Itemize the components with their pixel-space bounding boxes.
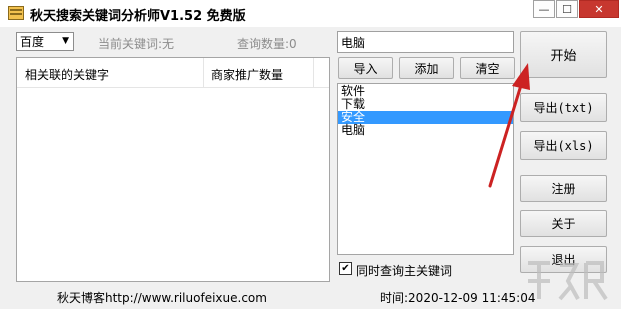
also-query-main-checkbox[interactable]: ✔ [339,262,352,275]
search-engine-select[interactable]: 百度 ▼ [16,32,74,51]
blog-link[interactable]: 秋天博客http://www.riluofeixue.com [57,289,267,306]
dropdown-arrow-icon: ▼ [62,36,69,46]
title-bar: 秋天搜索关键词分析师V1.52 免费版 — ☐ ✕ [0,0,621,27]
table-header: 相关联的关键字 商家推广数量 [17,58,329,88]
export-txt-button[interactable]: 导出(txt) [520,93,607,122]
also-query-main-label[interactable]: 同时查询主关键词 [356,262,452,279]
import-button[interactable]: 导入 [338,57,393,79]
minimize-icon: — [538,2,550,16]
window-title: 秋天搜索关键词分析师V1.52 免费版 [30,9,246,24]
register-button[interactable]: 注册 [520,175,607,202]
result-table[interactable]: 相关联的关键字 商家推广数量 [16,57,330,282]
column-header-keyword[interactable]: 相关联的关键字 [25,66,109,83]
maximize-icon: ☐ [562,2,572,16]
query-count-label: 查询数量:0 [237,37,297,51]
list-item[interactable]: 电脑 [338,124,513,137]
about-button[interactable]: 关于 [520,210,607,237]
keyword-list[interactable]: 软件 下载 安全 电脑 [337,83,514,255]
keyword-input[interactable] [337,31,514,53]
search-engine-value: 百度 [20,35,45,49]
column-header-promotion-count[interactable]: 商家推广数量 [211,66,283,83]
minimize-button[interactable]: — [533,0,555,18]
close-icon: ✕ [594,2,604,16]
exit-button[interactable]: 退出 [520,246,607,273]
column-divider [313,58,314,88]
close-button[interactable]: ✕ [579,0,619,18]
maximize-button[interactable]: ☐ [556,0,578,18]
current-time: 时间:2020-12-09 11:45:04 [380,291,536,305]
app-icon [8,6,24,20]
add-button[interactable]: 添加 [399,57,454,79]
export-xls-button[interactable]: 导出(xls) [520,131,607,160]
column-divider [203,58,204,88]
clear-button[interactable]: 清空 [460,57,515,79]
current-keyword-label: 当前关键词:无 [98,37,175,51]
start-button[interactable]: 开始 [520,31,607,78]
checkmark-icon: ✔ [341,263,350,274]
